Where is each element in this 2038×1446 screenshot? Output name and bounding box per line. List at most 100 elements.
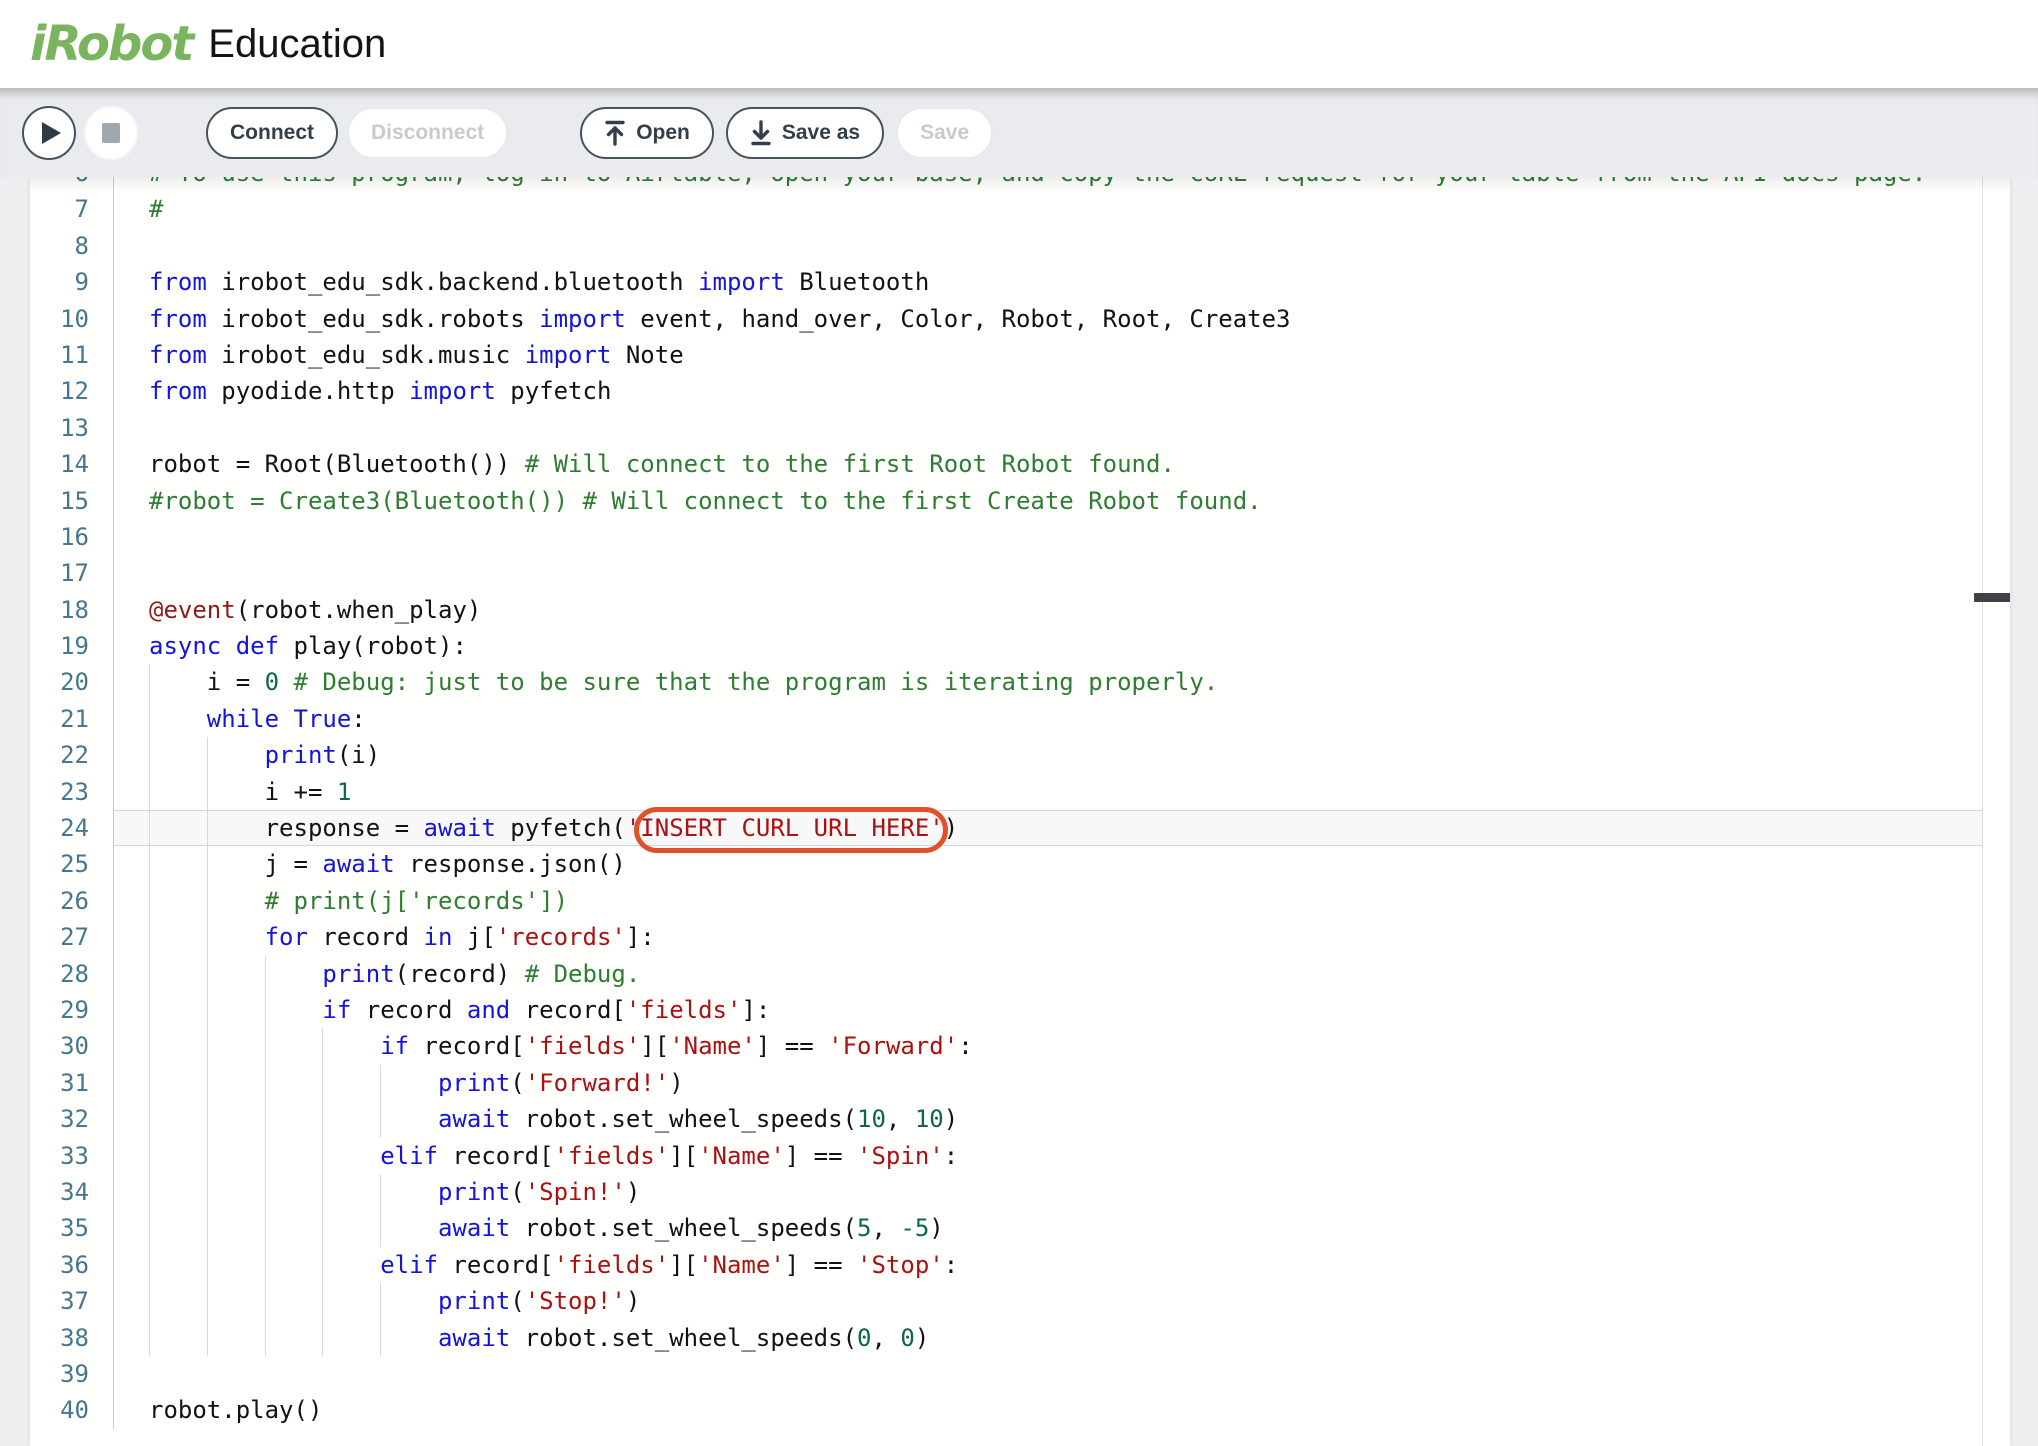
indent-guide: [207, 1320, 265, 1356]
connect-button[interactable]: Connect: [206, 107, 338, 159]
line-number: 7: [30, 191, 114, 227]
code-line[interactable]: 38await robot.set_wheel_speeds(0, 0): [30, 1320, 1982, 1356]
code-token: await: [438, 1324, 510, 1352]
indent-guide: [149, 1065, 207, 1101]
code-line[interactable]: 33elif record['fields']['Name'] == 'Spin…: [30, 1138, 1982, 1174]
indent-guide: [322, 1174, 380, 1210]
code-token: pyfetch: [496, 377, 612, 405]
code-line[interactable]: 27for record in j['records']:: [30, 919, 1982, 955]
code-token: 'Spin!': [525, 1178, 626, 1206]
line-number: 25: [30, 846, 114, 882]
app-header: iRobot Education: [0, 0, 2038, 88]
line-number: 23: [30, 774, 114, 810]
code-line[interactable]: 19async def play(robot):: [30, 628, 1982, 664]
code-token: await: [438, 1214, 510, 1242]
line-number: 36: [30, 1247, 114, 1283]
code-token: 'Name': [669, 1032, 756, 1060]
code-text: print('Spin!'): [114, 1174, 1982, 1210]
code-token: #: [149, 195, 163, 223]
code-line[interactable]: 39: [30, 1356, 1982, 1392]
code-line[interactable]: 25j = await response.json(): [30, 846, 1982, 882]
code-line[interactable]: 29if record and record['fields']:: [30, 992, 1982, 1028]
code-token: print: [438, 1287, 510, 1315]
code-line[interactable]: 22print(i): [30, 737, 1982, 773]
code-line[interactable]: 15#robot = Create3(Bluetooth()) # Will c…: [30, 483, 1982, 519]
open-label: Open: [636, 121, 690, 145]
indent-guide: [322, 1028, 380, 1064]
code-token: ): [915, 1324, 929, 1352]
code-line[interactable]: 32await robot.set_wheel_speeds(10, 10): [30, 1101, 1982, 1137]
code-line[interactable]: 18@event(robot.when_play): [30, 592, 1982, 628]
code-line[interactable]: 28print(record) # Debug.: [30, 956, 1982, 992]
save-as-button[interactable]: Save as: [726, 107, 884, 159]
line-number: 14: [30, 446, 114, 482]
code-line[interactable]: 17: [30, 555, 1982, 591]
indent-guide: [207, 1210, 265, 1246]
line-number: 19: [30, 628, 114, 664]
code-token: 'fields': [525, 1032, 641, 1060]
line-number: 15: [30, 483, 114, 519]
code-line[interactable]: 9from irobot_edu_sdk.backend.bluetooth i…: [30, 264, 1982, 300]
code-line[interactable]: 14robot = Root(Bluetooth()) # Will conne…: [30, 446, 1982, 482]
code-line[interactable]: 36elif record['fields']['Name'] == 'Stop…: [30, 1247, 1982, 1283]
download-icon: [750, 120, 772, 146]
indent-guide: [380, 1065, 438, 1101]
line-number: 28: [30, 956, 114, 992]
code-line[interactable]: 37print('Stop!'): [30, 1283, 1982, 1319]
code-token: ,: [886, 1105, 915, 1133]
code-line[interactable]: 34print('Spin!'): [30, 1174, 1982, 1210]
indent-guide: [207, 774, 265, 810]
scrollbar-thumb[interactable]: [1974, 593, 2010, 602]
code-line[interactable]: 13: [30, 410, 1982, 446]
code-line[interactable]: 30if record['fields']['Name'] == 'Forwar…: [30, 1028, 1982, 1064]
code-line[interactable]: 20i = 0 # Debug: just to be sure that th…: [30, 664, 1982, 700]
code-token: response.json(): [395, 850, 626, 878]
code-line[interactable]: 40robot.play(): [30, 1392, 1982, 1428]
code-token: record: [351, 996, 467, 1024]
code-text: async def play(robot):: [114, 628, 1982, 664]
code-token: while: [207, 705, 279, 733]
code-token: ,: [871, 1324, 900, 1352]
indent-guide: [149, 919, 207, 955]
indent-guide: [207, 1283, 265, 1319]
code-line[interactable]: 26# print(j['records']): [30, 883, 1982, 919]
code-token: play(robot):: [279, 632, 467, 660]
code-token: 'fields': [554, 1251, 670, 1279]
code-line[interactable]: 7#: [30, 191, 1982, 227]
code-text: [114, 519, 1982, 555]
code-editor[interactable]: 6# To use this program, log in to Airtab…: [30, 177, 2010, 1446]
indent-guide: [380, 1210, 438, 1246]
code-text: elif record['fields']['Name'] == 'Spin':: [114, 1138, 1982, 1174]
code-line[interactable]: 21while True:: [30, 701, 1982, 737]
code-line[interactable]: 24response = await pyfetch('INSERT CURL …: [30, 810, 1982, 846]
code-text: from irobot_edu_sdk.music import Note: [114, 337, 1982, 373]
code-token: robot.set_wheel_speeds(: [510, 1324, 857, 1352]
play-button[interactable]: [22, 106, 76, 160]
line-number: 35: [30, 1210, 114, 1246]
code-line[interactable]: 16: [30, 519, 1982, 555]
code-token: 'fields': [554, 1142, 670, 1170]
indent-guide: [207, 810, 265, 846]
code-line[interactable]: 35await robot.set_wheel_speeds(5, -5): [30, 1210, 1982, 1246]
code-line[interactable]: 10from irobot_edu_sdk.robots import even…: [30, 301, 1982, 337]
code-line[interactable]: 6# To use this program, log in to Airtab…: [30, 177, 1982, 191]
open-button[interactable]: Open: [580, 107, 714, 159]
vertical-scrollbar[interactable]: [1982, 177, 2010, 1446]
code-text: if record and record['fields']:: [114, 992, 1982, 1028]
code-text: await robot.set_wheel_speeds(0, 0): [114, 1320, 1982, 1356]
code-line[interactable]: 23i += 1: [30, 774, 1982, 810]
code-text: from irobot_edu_sdk.backend.bluetooth im…: [114, 264, 1982, 300]
code-token: :: [944, 1142, 958, 1170]
indent-guide: [322, 1247, 380, 1283]
code-line[interactable]: 11from irobot_edu_sdk.music import Note: [30, 337, 1982, 373]
app-logo: iRobot Education: [30, 0, 386, 88]
code-line[interactable]: 12from pyodide.http import pyfetch: [30, 373, 1982, 409]
line-number: 12: [30, 373, 114, 409]
code-line[interactable]: 31print('Forward!'): [30, 1065, 1982, 1101]
code-text: robot = Root(Bluetooth()) # Will connect…: [114, 446, 1982, 482]
code-line[interactable]: 8: [30, 228, 1982, 264]
code-text: # To use this program, log in to Airtabl…: [114, 177, 1982, 191]
indent-guide: [149, 774, 207, 810]
code-text: j = await response.json(): [114, 846, 1982, 882]
code-token: True: [294, 705, 352, 733]
